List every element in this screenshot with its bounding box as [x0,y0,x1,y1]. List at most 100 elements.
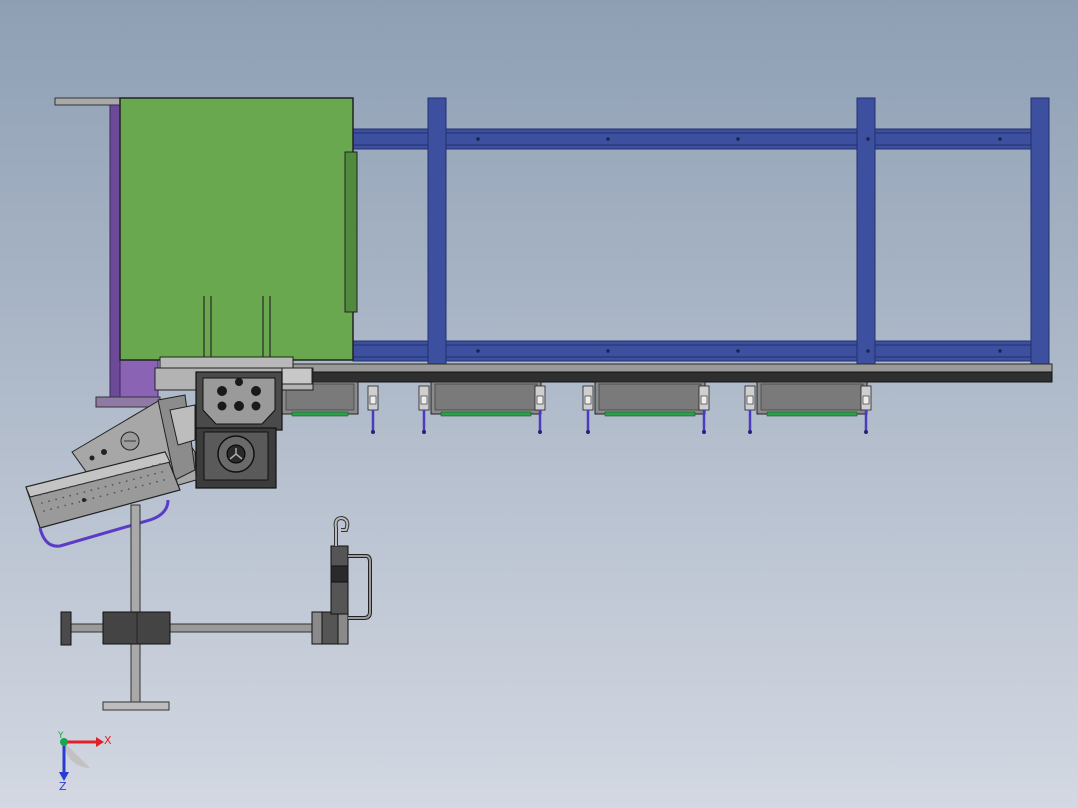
top-flange [54,97,124,106]
motor-fin-dot [50,508,52,511]
sensor-tip [538,430,542,434]
motor-fin-dot [111,483,114,486]
base-plate-top [279,363,1053,373]
motor-fin-dot [149,482,151,485]
motor-fin-dot [156,480,158,483]
motor-fin-dot [141,484,144,487]
stand-foot [102,701,170,711]
sensor-window [420,395,428,405]
bottom-beam [352,340,1034,362]
sensor-window [536,395,544,405]
post-left [427,97,447,365]
sensor-tip [586,430,590,434]
motor-fin-dot [39,494,41,496]
motor-fin-dot [69,494,72,497]
motor-fin-dot [78,501,81,503]
motor-fin-dot [113,491,116,494]
motor-fin-dot [134,486,137,489]
z-axis-label: Z [59,780,67,793]
motor-fin-dot [46,492,48,495]
mount-bar-right [281,367,313,385]
motor-fin-dot [60,488,63,491]
cad-scene[interactable]: X Y Z [0,0,1078,808]
bracket-hole-small-2 [89,455,95,461]
motor-fin-dot [152,464,154,467]
bracket-hole-small [101,449,107,455]
motor-fin-dot [55,498,57,501]
motor-fin-dot [57,506,59,509]
stand-end-cap [60,611,72,646]
sensor-window [584,395,592,405]
motor-fin-dot [43,510,45,512]
sensor-window [369,395,377,405]
top-beam [352,128,1034,150]
motor-fin-dot [130,470,133,473]
carriage-inner [760,383,864,411]
motor-fin-dot [71,502,74,505]
housing-base-block [159,356,294,370]
motor-fin-dot [163,479,165,481]
motor-fin-dot [125,480,128,482]
motor-fin-dot [161,471,163,473]
sensor-window [746,395,754,405]
motor-fin-dot [97,487,100,490]
motor-fin-dot [127,488,130,490]
hook-post-band [330,565,349,583]
x-axis-label: X [104,734,112,747]
motor-fin-dot [104,485,107,488]
motor-fin-dot [154,472,156,475]
motor-fin-dot [92,497,95,500]
post-right [1030,97,1050,365]
motor-fin-dot [132,478,135,481]
guide-strip [440,411,532,417]
motor-fin-dot [81,483,84,485]
motor-fin-dot [83,491,86,493]
motor-fin-dot [74,485,77,487]
purple-upright-edge [109,104,121,404]
motor-fin-dot [106,493,109,496]
guide-strip [604,411,696,417]
motor-fin-dot [116,474,119,476]
housing-body [119,97,354,361]
motor-fin-dot [147,474,149,477]
motor-fin-dot [67,486,70,489]
guide-strip [766,411,858,417]
motor-fin-dot [139,476,142,479]
housing-side-strip [344,151,358,313]
motor-fin-dot [88,481,91,484]
motor-fin-dot [120,490,123,492]
motor-fin-dot [145,466,147,469]
motor-fin-dot [99,495,102,498]
sensor-tip [748,430,752,434]
motor-fin-dot [48,500,50,503]
stand-vertical [130,504,141,706]
motor-fin-dot [76,493,79,495]
motor-fin-dot [118,482,121,484]
motor-fin-dot [62,496,65,499]
machine-housing[interactable] [119,97,358,370]
cad-viewport[interactable]: X Y Z [0,0,1078,808]
sensor-window [862,395,870,405]
stand-right-block-inner [321,611,339,645]
motor-fin-dot [109,475,112,478]
guide-strip [291,411,349,417]
motor-fin-dot [41,502,43,504]
carriage-inner [434,383,538,411]
motor-fin-dot [53,490,55,493]
motor-fin-dot [159,463,161,465]
post-middle [856,97,876,365]
motor-fin-dot [137,468,140,471]
motor-fin-dot [102,477,105,480]
sensor-window [700,395,708,405]
motor-fin-dot [123,472,126,474]
motor-fin-dot [64,504,67,507]
sensor-tip [422,430,426,434]
sensor-tip [864,430,868,434]
motor-fin-dot [95,479,98,482]
motor-fin-dot [90,489,93,492]
sensor-tip [371,430,375,434]
carriage-inner [598,383,702,411]
sensor-tip [702,430,706,434]
base-plate-bottom [279,371,1053,383]
y-axis-label: Y [57,731,64,741]
